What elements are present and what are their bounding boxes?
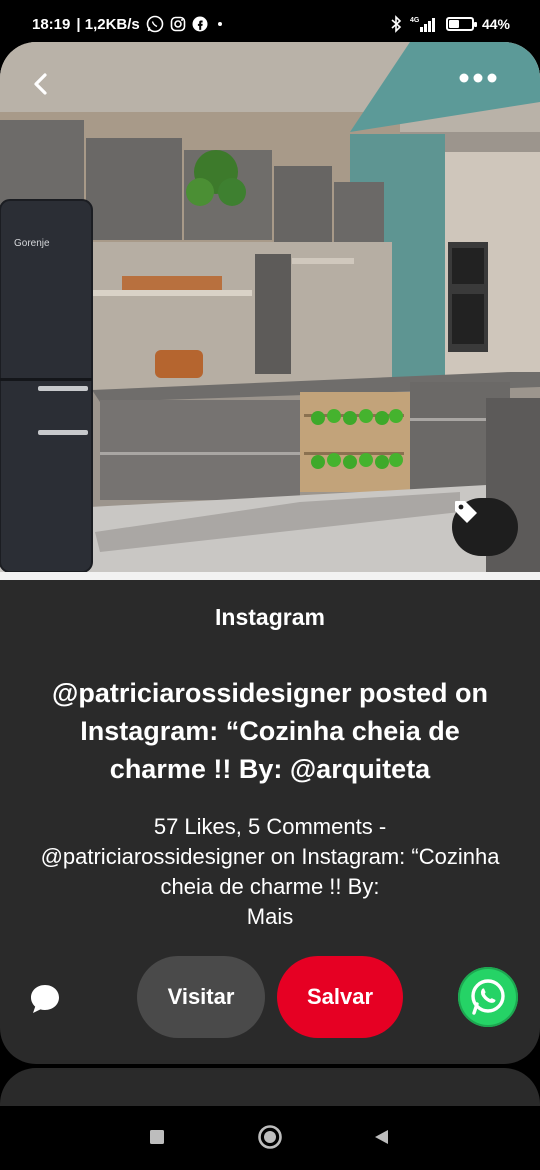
network-type: 4G [410,17,420,24]
shop-tag-button[interactable] [452,498,518,556]
more-options-button[interactable] [458,72,512,116]
pin-description: 57 Likes, 5 Comments - @patriciarossides… [40,812,500,932]
fridge-brand-label: Gorenje [14,238,50,249]
battery-icon [445,17,477,31]
signal-icon: 4G [410,15,438,33]
battery-percent: 44% [481,16,510,32]
visit-button[interactable]: Visitar [137,956,265,1038]
status-speed: | 1,2KB/s [76,15,140,33]
status-right: 4G 44% [390,15,510,33]
pin-image[interactable]: Gorenje [0,42,540,572]
home-circle-icon [258,1125,282,1149]
tag-icon [455,501,477,523]
status-left: 18:19 | 1,2KB/s [32,15,226,33]
system-back-button[interactable] [370,1126,392,1148]
recent-apps-button[interactable] [146,1126,168,1148]
pin-source[interactable]: Instagram [0,604,540,631]
dot-icon [214,18,226,30]
whatsapp-icon [471,979,505,1015]
home-button[interactable] [256,1123,284,1151]
status-time: 18:19 [32,15,71,33]
back-button[interactable] [30,72,74,116]
comment-button[interactable] [24,978,66,1020]
more-link[interactable]: Mais [40,902,500,932]
system-nav-bar [0,1106,540,1170]
whatsapp-share-button[interactable] [458,967,518,1027]
more-dots-icon [459,73,497,83]
back-arrow-icon [34,73,47,95]
save-button[interactable]: Salvar [277,956,403,1038]
pin-card: Gorenje Instagram @patriciarossidesigner… [0,42,540,1064]
image-divider [0,572,540,580]
status-bar: 18:19 | 1,2KB/s 4G 44% [0,0,540,48]
pin-description-text: 57 Likes, 5 Comments - @patriciarossides… [40,814,500,899]
instagram-icon [170,16,186,32]
pin-title: @patriciarossidesigner posted on Instagr… [52,678,488,784]
battery-fill [448,20,459,28]
whatsapp-icon [146,15,164,33]
comment-bubble-icon [31,985,59,1013]
bluetooth-icon [390,15,402,33]
recent-apps-icon [150,1130,164,1144]
kitchen-photo: Gorenje [0,42,540,572]
facebook-icon [192,16,208,32]
back-triangle-icon [375,1130,388,1144]
